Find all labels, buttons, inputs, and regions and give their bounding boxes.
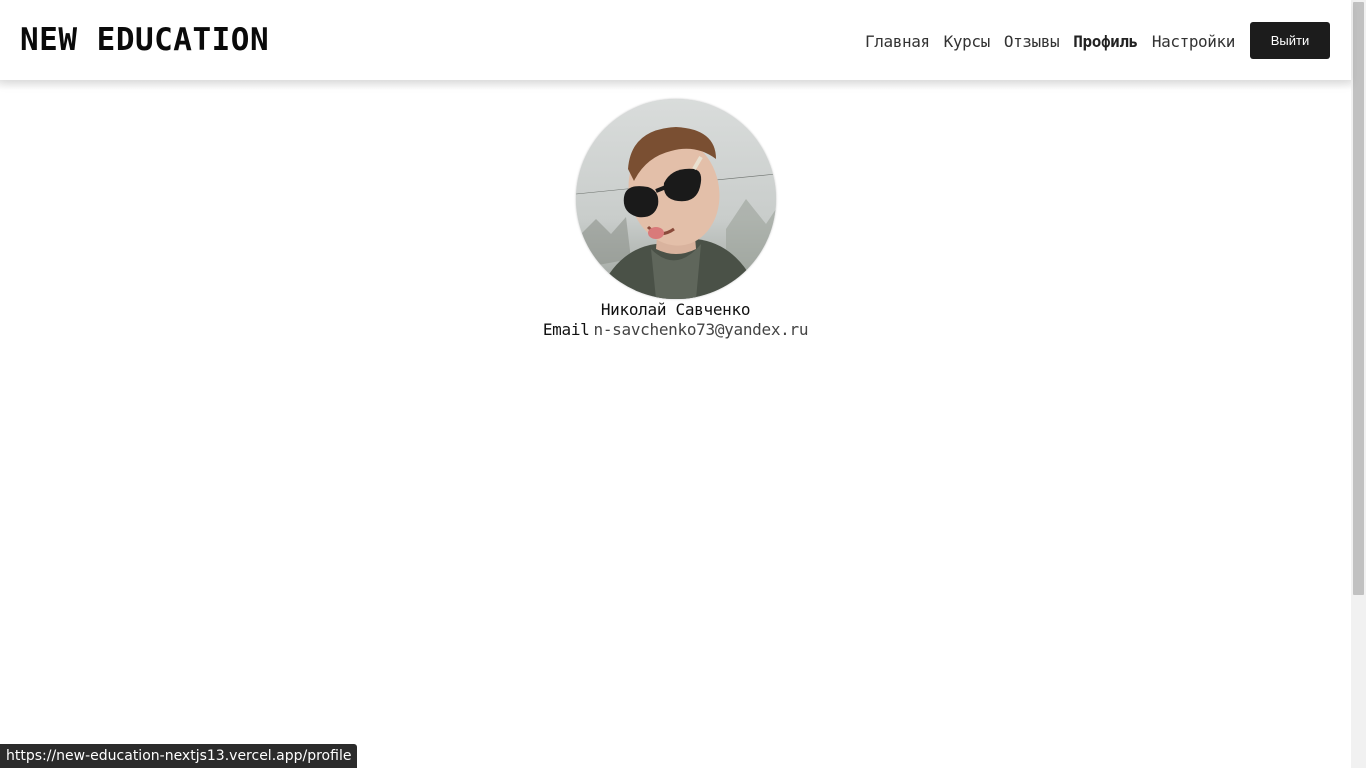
header-shadow bbox=[0, 80, 1351, 90]
nav-reviews[interactable]: Отзывы bbox=[1004, 32, 1060, 51]
nav-home[interactable]: Главная bbox=[865, 32, 930, 51]
site-header: NEW EDUCATION Главная Курсы Отзывы Профи… bbox=[0, 0, 1351, 80]
page: NEW EDUCATION Главная Курсы Отзывы Профи… bbox=[0, 0, 1351, 768]
scrollbar-thumb[interactable] bbox=[1353, 2, 1364, 595]
email-value: n-savchenko73@yandex.ru bbox=[593, 320, 809, 339]
main-nav: Главная Курсы Отзывы Профиль Настройки bbox=[865, 29, 1235, 53]
logout-button[interactable]: Выйти bbox=[1250, 22, 1330, 59]
logo[interactable]: NEW EDUCATION bbox=[20, 21, 269, 59]
nav-settings[interactable]: Настройки bbox=[1152, 32, 1236, 51]
avatar bbox=[576, 99, 776, 299]
nav-profile[interactable]: Профиль bbox=[1073, 32, 1138, 51]
nav-courses[interactable]: Курсы bbox=[944, 32, 991, 51]
link-status-bar: https://new-education-nextjs13.vercel.ap… bbox=[0, 744, 358, 768]
user-photo-icon bbox=[576, 99, 776, 299]
vertical-scrollbar[interactable] bbox=[1351, 0, 1366, 768]
profile-email-row: Email n-savchenko73@yandex.ru bbox=[0, 320, 1351, 340]
email-label: Email bbox=[542, 320, 590, 339]
profile-name: Николай Савченко bbox=[600, 300, 751, 319]
